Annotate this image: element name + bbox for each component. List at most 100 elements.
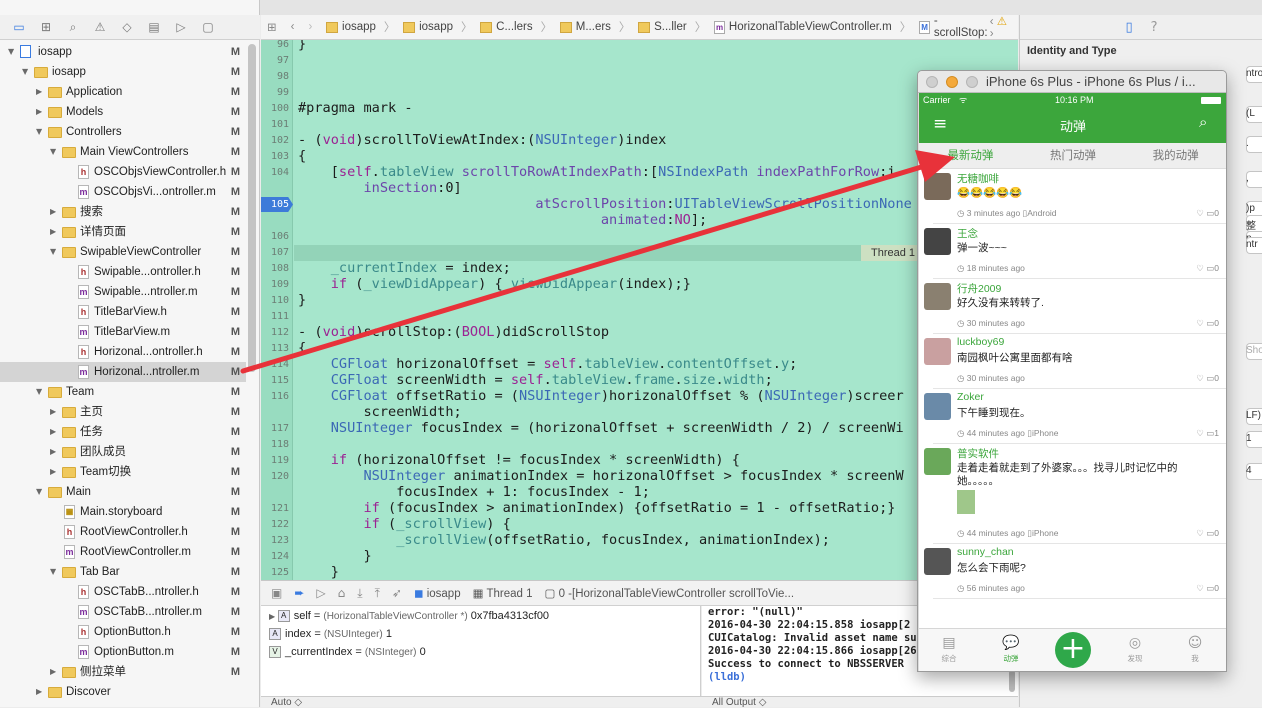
hide-debug-icon[interactable]: ▣: [271, 586, 282, 600]
console-scrollbar[interactable]: [1009, 670, 1015, 692]
warning-icon[interactable]: ⚠: [93, 20, 107, 34]
tree-group[interactable]: ▶ 搜索 M: [0, 202, 246, 222]
folder-icon[interactable]: ▭: [12, 20, 26, 34]
disclosure-closed-icon[interactable]: ▶: [269, 612, 278, 621]
avatar[interactable]: [924, 228, 951, 255]
tree-file[interactable]: h TitleBarView.h M: [0, 302, 246, 322]
tree-group[interactable]: ▶ Team切换 M: [0, 462, 246, 482]
disclosure-open-icon[interactable]: ▼: [36, 382, 46, 402]
avatar[interactable]: [924, 338, 951, 365]
debug-thread[interactable]: ▦ Thread 1: [473, 586, 533, 600]
tweet-item[interactable]: luckboy69 南园枫叶公寓里面都有啥 ◷ 30 minutes ago ♡ ▭0: [919, 334, 1226, 389]
help-icon[interactable]: ?: [1151, 20, 1158, 35]
tweet-author[interactable]: 普实软件: [957, 446, 999, 461]
report-icon[interactable]: ▢: [201, 20, 215, 34]
tree-group[interactable]: ▶ Application M: [0, 82, 246, 102]
output-filter[interactable]: All Output ◇: [712, 697, 766, 708]
tree-file[interactable]: h OSCObjsViewController.h M: [0, 162, 246, 182]
disclosure-open-icon[interactable]: ▼: [50, 142, 60, 162]
tweet-item[interactable]: 无糖咖啡 😂😂😂😂😂 ◷ 3 minutes ago ▯Android ♡ ▭0: [919, 169, 1226, 224]
tree-group[interactable]: ▼ Controllers M: [0, 122, 246, 142]
tree-group[interactable]: ▶ 任务 M: [0, 422, 246, 442]
breadcrumb-item[interactable]: iosapp: [419, 21, 453, 33]
step-over-icon[interactable]: ⌂: [338, 586, 346, 600]
tree-file[interactable]: m OptionButton.m M: [0, 642, 246, 662]
disclosure-open-icon[interactable]: ▼: [36, 122, 46, 142]
tree-group[interactable]: ▼ Tab Bar M: [0, 562, 246, 582]
tree-group[interactable]: ▶ Models M: [0, 102, 246, 122]
breadcrumb-item[interactable]: C...lers: [496, 21, 532, 33]
tree-group[interactable]: ▼ Main M: [0, 482, 246, 502]
lldb-prompt[interactable]: (lldb): [708, 671, 1012, 684]
like-icon[interactable]: ♡: [1196, 318, 1206, 328]
tweet-item[interactable]: sunny_chan 怎么会下雨呢? ◷ 56 minutes ago ♡ ▭0: [919, 544, 1226, 599]
tree-file[interactable]: m RootViewController.m M: [0, 542, 246, 562]
back-button[interactable]: ‹: [291, 21, 295, 33]
breadcrumb-item[interactable]: iosapp: [342, 21, 376, 33]
tree-file[interactable]: h OSCTabB...ntroller.h M: [0, 582, 246, 602]
tree-group[interactable]: ▶ 详情页面 M: [0, 222, 246, 242]
tree-group[interactable]: ▶ 团队成员 M: [0, 442, 246, 462]
avatar[interactable]: [924, 548, 951, 575]
tree-file[interactable]: m OSCTabB...ntroller.m M: [0, 602, 246, 622]
tree-group[interactable]: ▶ Discover: [0, 682, 246, 702]
variable-row[interactable]: Aindex = (NSUInteger) 1: [269, 625, 392, 643]
like-icon[interactable]: ♡: [1196, 583, 1206, 593]
disclosure-closed-icon[interactable]: ▶: [50, 422, 60, 442]
tree-group[interactable]: ▶ 侧拉菜单 M: [0, 662, 246, 682]
breadcrumb-item[interactable]: HorizonalTableViewController.m: [729, 21, 892, 33]
disclosure-closed-icon[interactable]: ▶: [50, 442, 60, 462]
tweet-author[interactable]: sunny_chan: [957, 546, 1014, 558]
tab-tweet[interactable]: 💬 动弹: [991, 629, 1031, 664]
disclosure-open-icon[interactable]: ▼: [36, 482, 46, 502]
disclosure-closed-icon[interactable]: ▶: [36, 682, 46, 702]
avatar[interactable]: [924, 448, 951, 475]
segment-tab[interactable]: 最新动弹: [919, 143, 1022, 168]
tree-file[interactable]: h RootViewController.h M: [0, 522, 246, 542]
tweet-author[interactable]: Zoker: [957, 391, 984, 403]
variables-view[interactable]: ▶ Aself = (HorizonalTableViewController …: [261, 606, 701, 696]
tree-group[interactable]: ▼ iosapp M: [0, 62, 246, 82]
disclosure-closed-icon[interactable]: ▶: [50, 662, 60, 682]
zoom-button[interactable]: [966, 76, 978, 88]
forward-button[interactable]: ›: [308, 21, 312, 33]
tree-group[interactable]: ▼ iosapp M: [0, 42, 246, 62]
breadcrumb-item[interactable]: -scrollStop:: [934, 15, 990, 39]
tweet-item[interactable]: 普实软件 走着走着就走到了外婆家。。。找寻儿时记忆中的她。。。。。 ◷ 44 min…: [919, 444, 1226, 544]
tree-file[interactable]: h Swipable...ontroller.h M: [0, 262, 246, 282]
like-icon[interactable]: ♡: [1196, 428, 1206, 438]
disclosure-open-icon[interactable]: ▼: [50, 242, 60, 262]
tree-file[interactable]: m Horizonal...ntroller.m M: [0, 362, 246, 382]
tweet-feed[interactable]: 无糖咖啡 😂😂😂😂😂 ◷ 3 minutes ago ▯Android ♡ ▭0 王念弹…: [919, 169, 1226, 628]
segment-tab[interactable]: 我的动弹: [1124, 143, 1226, 168]
search-icon[interactable]: ⌕: [66, 20, 80, 34]
disclosure-closed-icon[interactable]: ▶: [50, 202, 60, 222]
avatar[interactable]: [924, 393, 951, 420]
tab-general[interactable]: ▤ 综合: [929, 629, 969, 664]
tweet-author[interactable]: 王念: [957, 226, 978, 241]
tree-group[interactable]: ▼ Team M: [0, 382, 246, 402]
like-icon[interactable]: ♡: [1196, 528, 1206, 538]
source-editor[interactable]: 96 97 98 99 100 101 102 103 104 105 106 107 108 109 11…: [261, 40, 1018, 580]
tweet-image[interactable]: [957, 490, 975, 514]
disclosure-open-icon[interactable]: ▼: [22, 62, 32, 82]
tweet-author[interactable]: 无糖咖啡: [957, 171, 999, 186]
disclosure-closed-icon[interactable]: ▶: [50, 402, 60, 422]
tree-group[interactable]: ▶ 主页 M: [0, 402, 246, 422]
avatar[interactable]: [924, 283, 951, 310]
breadcrumb-item[interactable]: M...ers: [576, 21, 611, 33]
breadcrumb-item[interactable]: S...ller: [654, 21, 687, 33]
like-icon[interactable]: ♡: [1196, 208, 1206, 218]
tree-file[interactable]: ▦ Main.storyboard M: [0, 502, 246, 522]
tree-group[interactable]: ▼ SwipableViewController M: [0, 242, 246, 262]
disclosure-closed-icon[interactable]: ▶: [50, 462, 60, 482]
breakpoint-icon[interactable]: ▷: [174, 20, 188, 34]
debug-frame[interactable]: ▢ 0 -[HorizonalTableViewController scrol…: [545, 586, 795, 600]
disclosure-open-icon[interactable]: ▼: [50, 562, 60, 582]
tree-file[interactable]: m TitleBarView.m M: [0, 322, 246, 342]
avatar[interactable]: [924, 173, 951, 200]
tree-file[interactable]: h Horizonal...ontroller.h M: [0, 342, 246, 362]
test-icon[interactable]: ◇: [120, 20, 134, 34]
disclosure-closed-icon[interactable]: ▶: [50, 222, 60, 242]
tree-group[interactable]: ▼ Main ViewControllers M: [0, 142, 246, 162]
